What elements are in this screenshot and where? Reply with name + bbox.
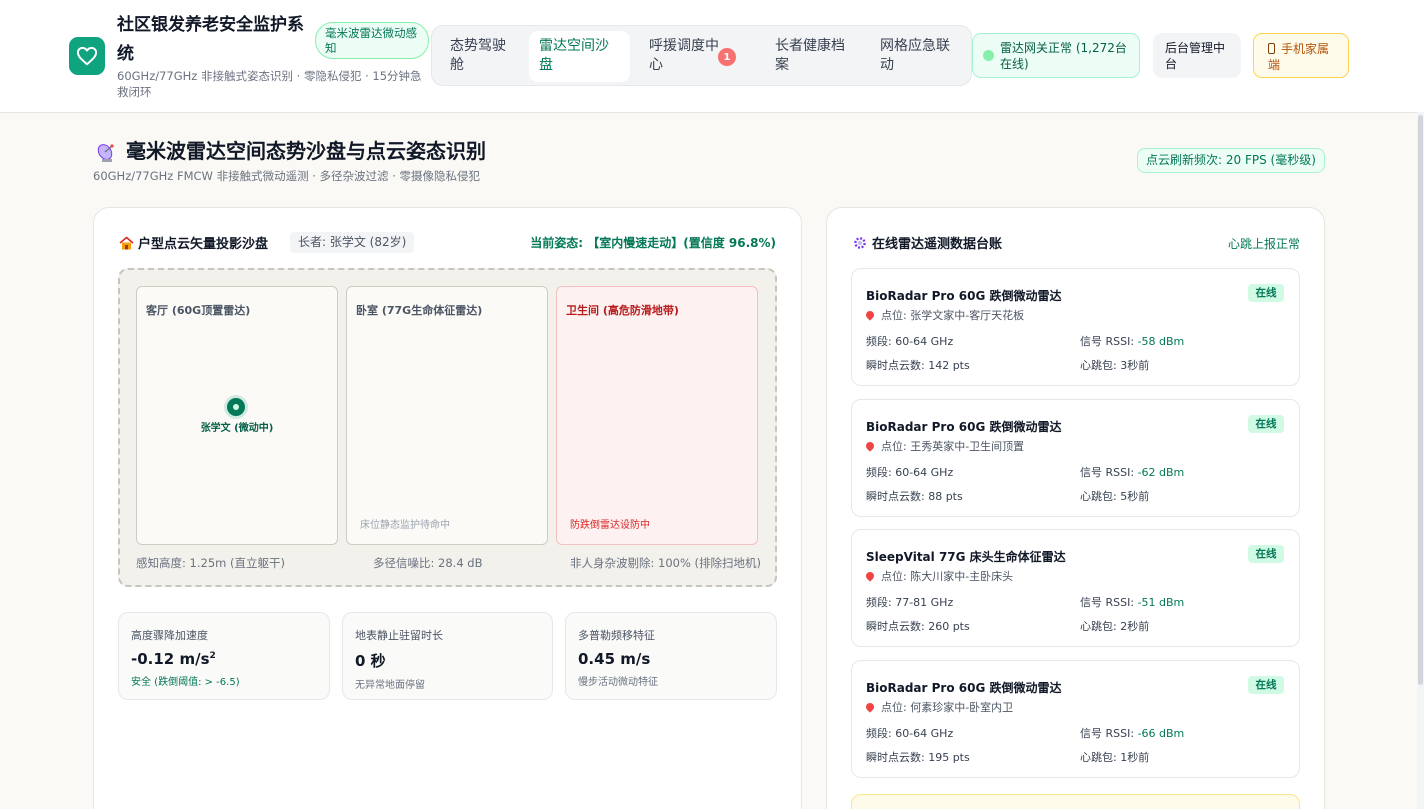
mmwave-badge: 毫米波雷达微动感知 [315,22,429,59]
room-name: 客厅 (60G顶置雷达) [146,304,251,317]
radar-device-card[interactable]: SleepVital 77G 床头生命体征雷达 在线点位: 陈大川家中-主卧床头频… [851,529,1300,647]
house-icon [119,236,134,254]
fps-badge: 点云刷新频次: 20 FPS (毫秒级) [1137,148,1325,173]
elder-tag: 长者: 张学文 (82岁) [290,232,415,253]
elder-position-label: 张学文 (微动中) [200,423,274,434]
device-band: 频段: 60-64 GHz [866,335,954,348]
device-location: 点位: 陈大川家中-主卧床头 [864,568,1013,584]
tab-elder-records[interactable]: 长者健康档案 [765,31,855,82]
status-badge: 在线 [1248,415,1284,433]
device-rssi: 信号 RSSI: -58 dBm [1080,335,1185,348]
device-points: 瞬时点云数: 260 pts [866,620,970,633]
status-badge: 在线 [1248,545,1284,563]
metric-doppler: 多普勒频移特征 0.45 m/s 慢步活动微动特征 [565,612,777,700]
clutter-removal: 非人身杂波剔除: 100% (排除扫地机) [570,556,762,570]
metric-acceleration: 高度骤降加速度 -0.12 m/s2 安全 (跌倒阈值: > -6.5) [118,612,330,700]
device-heartbeat: 心跳包: 2秒前 [1080,620,1150,633]
tab-grid-emergency[interactable]: 网格应急联动 [870,31,960,82]
device-points: 瞬时点云数: 88 pts [866,490,963,503]
device-location: 点位: 张学文家中-客厅天花板 [864,307,1024,323]
scrollbar-thumb[interactable] [1418,115,1423,685]
radar-device-card[interactable]: BioRadar Pro 60G 跌倒微动雷达 在线点位: 何素珍家中-卧室内卫频… [851,660,1300,778]
radar-device-card[interactable]: BioRadar Pro 60G 跌倒微动雷达 在线点位: 王秀英家中-卫生间顶置… [851,399,1300,517]
device-heartbeat: 心跳包: 5秒前 [1080,490,1150,503]
app-title: 社区银发养老安全监护系统 [117,15,304,64]
family-app-button[interactable]: 手机家属端 [1253,33,1349,78]
sensing-height: 感知高度: 1.25m (直立躯干) [136,556,285,570]
admin-button[interactable]: 后台管理中台 [1153,33,1241,78]
device-rssi: 信号 RSSI: -66 dBm [1080,727,1185,740]
device-heartbeat: 心跳包: 3秒前 [1080,359,1150,372]
pin-icon [864,701,876,713]
pin-icon [864,440,876,452]
device-heartbeat: 心跳包: 1秒前 [1080,751,1150,764]
room-bedroom[interactable]: 卧室 (77G生命体征雷达) 床位静态监护待命中 [346,286,548,545]
room-name: 卧室 (77G生命体征雷达) [356,304,483,317]
page-title: 毫米波雷达空间态势沙盘与点云姿态识别 [126,139,486,163]
page-subtitle: 60GHz/77GHz FMCW 非接触式微动遥测 · 多径杂波过滤 · 零摄像… [93,169,481,183]
device-band: 频段: 60-64 GHz [866,466,954,479]
heartbeat-status: 心跳上报正常 [1227,237,1300,251]
device-name: BioRadar Pro 60G 跌倒微动雷达 [866,681,1062,695]
tab-rescue-dispatch[interactable]: 呼援调度中心 1 [639,31,754,82]
room-bathroom[interactable]: 卫生间 (高危防滑地带) 防跌倒雷达设防中 [556,286,758,545]
device-name: BioRadar Pro 60G 跌倒微动雷达 [866,289,1062,303]
device-name: BioRadar Pro 60G 跌倒微动雷达 [866,420,1062,434]
pin-icon [864,309,876,321]
status-badge: 在线 [1248,284,1284,302]
device-band: 频段: 77-81 GHz [866,596,954,609]
top-header: 社区银发养老安全监护系统 60GHz/77GHz 非接触式姿态识别 · 零隐私侵… [0,0,1424,113]
tab-radar-sandbox[interactable]: 雷达空间沙盘 [529,31,630,82]
device-location: 点位: 王秀英家中-卫生间顶置 [864,438,1024,454]
phone-icon [1268,43,1275,54]
device-band: 频段: 60-64 GHz [866,727,954,740]
main-nav: 态势驾驶舱 雷达空间沙盘 呼援调度中心 1 长者健康档案 网格应急联动 [431,25,972,86]
device-rssi: 信号 RSSI: -62 dBm [1080,466,1185,479]
gateway-status: 雷达网关正常 (1,272台在线) [972,33,1140,78]
current-posture: 当前姿态: 【室内慢速走动】(置信度 96.8%) [530,236,776,250]
device-rssi: 信号 RSSI: -51 dBm [1080,596,1185,609]
room-name: 卫生间 (高危防滑地带) [566,304,679,317]
app-subtitle: 60GHz/77GHz 非接触式姿态识别 · 零隐私侵犯 · 15分钟急救闭环 [117,69,422,99]
gear-icon [853,236,867,254]
radar-device-card[interactable]: BioRadar Pro 60G 跌倒微动雷达 在线点位: 张学文家中-客厅天花板… [851,268,1300,386]
ledger-title: 在线雷达遥测数据台账 [853,233,1002,254]
satellite-dish-icon [96,141,118,163]
sandbox-title: 户型点云矢量投影沙盘 [119,233,268,254]
tab-dashboard[interactable]: 态势驾驶舱 [440,31,524,82]
device-points: 瞬时点云数: 195 pts [866,751,970,764]
room-note: 床位静态监护待命中 [360,520,450,531]
device-location: 点位: 何素珍家中-卧室内卫 [864,699,1013,715]
heart-icon[interactable] [69,37,105,75]
status-badge: 在线 [1248,676,1284,694]
status-dot-icon [983,50,994,61]
pin-icon [864,570,876,582]
notification-badge: 1 [718,48,736,66]
device-name: SleepVital 77G 床头生命体征雷达 [866,550,1066,564]
room-note: 防跌倒雷达设防中 [570,520,650,531]
multipath-snr: 多径信噪比: 28.4 dB [373,556,483,570]
elder-position-marker[interactable] [227,398,245,416]
alert-card[interactable] [851,794,1300,809]
device-points: 瞬时点云数: 142 pts [866,359,970,372]
metric-ground-dwell: 地表静止驻留时长 0 秒 无异常地面停留 [342,612,553,700]
